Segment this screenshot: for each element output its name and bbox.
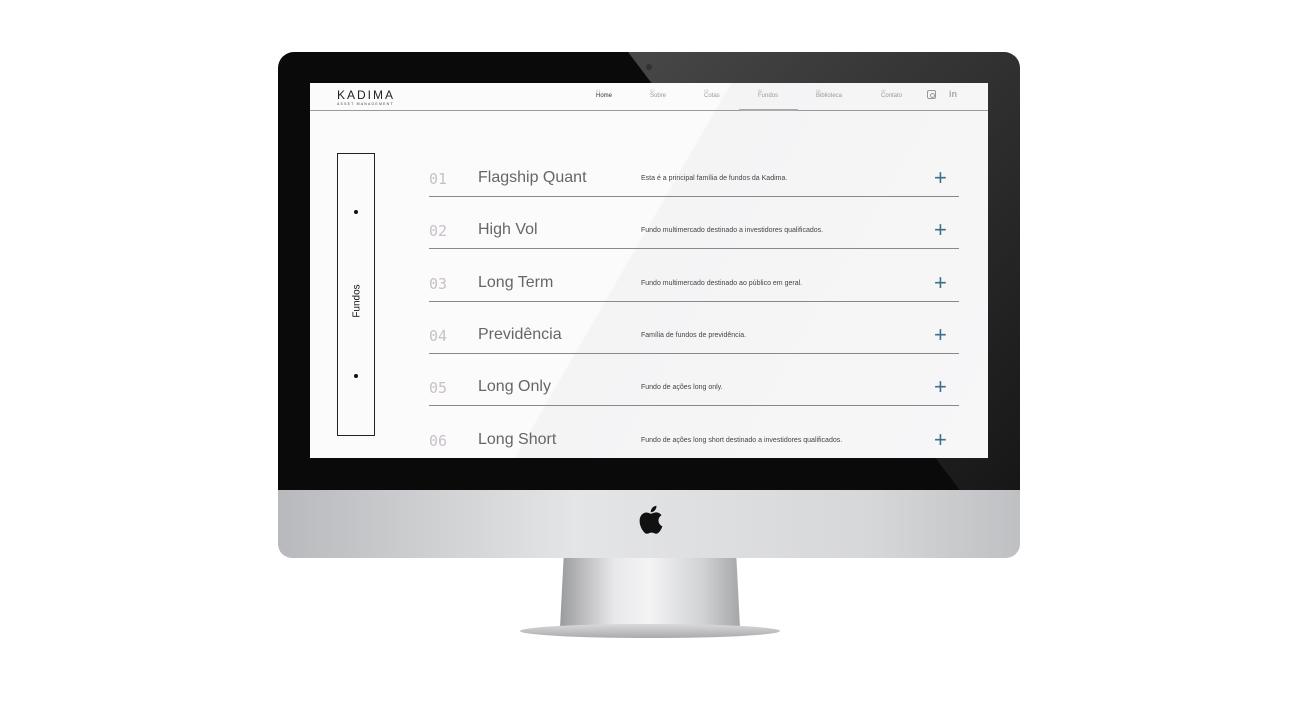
- expand-plus-icon[interactable]: +: [934, 427, 947, 453]
- fund-number: 02: [429, 222, 448, 241]
- section-sidebar: Fundos: [337, 153, 375, 436]
- nav-label: Sobre: [650, 93, 667, 99]
- row-divider: [429, 405, 959, 407]
- nav-label: Contato: [881, 93, 903, 99]
- monitor-base: [520, 624, 780, 638]
- fund-number: 01: [429, 170, 448, 188]
- fund-number: 03: [429, 274, 448, 293]
- row-divider: [429, 248, 959, 250]
- nav-contato[interactable]: 06 Contato: [881, 88, 902, 99]
- expand-plus-icon[interactable]: +: [934, 165, 947, 191]
- fund-row[interactable]: 06 Long Short Fundo de ações long short …: [429, 427, 959, 459]
- fund-description: Fundo multimercado destinado a investido…: [641, 227, 824, 235]
- instagram-icon[interactable]: [927, 90, 936, 99]
- nav-fundos[interactable]: 04 Fundos: [758, 88, 778, 99]
- dot-icon: [354, 210, 358, 214]
- logo[interactable]: KADIMA: [337, 88, 395, 102]
- nav-cotas[interactable]: 03 Cotas: [704, 88, 720, 99]
- fund-number: 04: [429, 326, 448, 345]
- section-label: Fundos: [351, 284, 363, 318]
- active-nav-indicator: [739, 109, 798, 111]
- nav-label: Home: [596, 93, 613, 99]
- fund-row[interactable]: 01 Flagship Quant Esta é a principal fam…: [429, 165, 959, 223]
- fund-row[interactable]: 03 Long Term Fundo multimercado destinad…: [429, 270, 959, 328]
- nav-biblioteca[interactable]: 05 Biblioteca: [816, 88, 842, 99]
- fund-row[interactable]: 05 Long Only Fundo de ações long only. +: [429, 374, 959, 432]
- fund-title[interactable]: Long Short: [478, 431, 556, 449]
- fund-title[interactable]: Previdência: [478, 326, 562, 344]
- fund-description: Fundo de ações long short destinado a in…: [641, 436, 843, 444]
- nav-label: Fundos: [758, 93, 779, 99]
- row-divider: [429, 300, 959, 302]
- apple-logo-icon: [639, 505, 663, 534]
- fund-title[interactable]: Long Only: [478, 378, 551, 396]
- website-screen: KADIMA ASSET MANAGEMENT 01 Home 02 Sobre 0…: [310, 83, 988, 458]
- fund-description: Fundo multimercado destinado ao público …: [641, 279, 803, 287]
- linkedin-icon[interactable]: in: [949, 89, 957, 99]
- fund-title[interactable]: Long Term: [478, 274, 553, 292]
- site-header: KADIMA ASSET MANAGEMENT 01 Home 02 Sobre 0…: [310, 83, 988, 111]
- fund-description: Esta é a principal família de fundos da …: [641, 175, 788, 182]
- row-divider: [429, 196, 959, 197]
- fund-description: Fundo de ações long only.: [641, 384, 723, 392]
- expand-plus-icon[interactable]: +: [934, 217, 947, 243]
- monitor-stand: [560, 558, 740, 628]
- logo-subtitle: ASSET MANAGEMENT: [337, 102, 394, 106]
- fund-number: 05: [429, 379, 448, 398]
- row-divider: [429, 352, 959, 354]
- fund-row[interactable]: 04 Previdência Família de fundos de prev…: [429, 322, 959, 380]
- dot-icon: [354, 374, 358, 378]
- expand-plus-icon[interactable]: +: [934, 374, 947, 400]
- camera: [646, 64, 652, 70]
- fund-row[interactable]: 02 High Vol Fundo multimercado destinado…: [429, 217, 959, 275]
- fund-description: Família de fundos de previdência.: [641, 331, 747, 339]
- fund-title[interactable]: Flagship Quant: [478, 169, 587, 187]
- nav-label: Cotas: [704, 93, 720, 99]
- expand-plus-icon[interactable]: +: [934, 270, 947, 296]
- nav-sobre[interactable]: 02 Sobre: [650, 88, 666, 99]
- expand-plus-icon[interactable]: +: [934, 322, 947, 348]
- nav-home[interactable]: 01 Home: [596, 88, 612, 99]
- nav-label: Biblioteca: [816, 93, 843, 99]
- fund-number: 06: [429, 431, 448, 450]
- fund-title[interactable]: High Vol: [478, 221, 538, 239]
